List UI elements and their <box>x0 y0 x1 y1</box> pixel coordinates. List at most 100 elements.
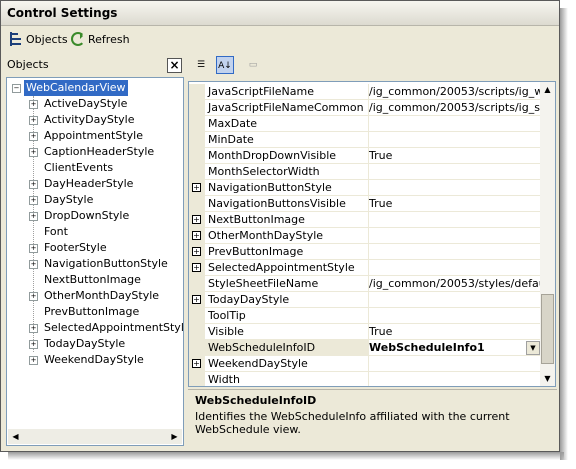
property-value[interactable]: /ig_common/20053/scripts/ig_webc <box>366 84 541 100</box>
property-value[interactable] <box>366 356 541 372</box>
expand-icon[interactable]: + <box>192 231 201 240</box>
tree-node[interactable]: + ActivityDayStyle <box>7 112 183 128</box>
property-row[interactable]: WebScheduleInfoID WebScheduleInfo1 ▼ <box>189 340 541 356</box>
expand-icon[interactable]: + <box>29 260 38 269</box>
property-row[interactable]: + PrevButtonImage <box>189 244 541 260</box>
expand-icon[interactable]: + <box>29 132 38 141</box>
alphabetical-icon[interactable]: A↓ <box>216 56 234 74</box>
row-gutter <box>189 164 205 180</box>
property-value[interactable]: /ig_common/20053/scripts/ig_share <box>366 100 541 116</box>
tree-node[interactable]: + DropDownStyle <box>7 208 183 224</box>
expand-icon[interactable]: + <box>29 148 38 157</box>
expand-icon[interactable]: + <box>192 183 201 192</box>
expand-icon[interactable]: + <box>29 324 38 333</box>
property-row[interactable]: Width <box>189 372 541 386</box>
tree-node[interactable]: + DayHeaderStyle <box>7 176 183 192</box>
property-grid-scrollbar[interactable]: ▲ ▼ <box>540 81 556 387</box>
close-icon[interactable]: × <box>167 58 182 73</box>
property-value[interactable]: /ig_common/20053/styles/default/i <box>366 276 541 292</box>
tree-horizontal-scrollbar[interactable]: ◀ ▶ <box>8 429 182 444</box>
expand-icon[interactable]: + <box>29 212 38 221</box>
tree-node[interactable]: + WeekendDayStyle <box>7 352 183 368</box>
property-row[interactable]: + WeekendDayStyle <box>189 356 541 372</box>
property-value[interactable] <box>366 292 541 308</box>
tree-node[interactable]: + ActiveDayStyle <box>7 96 183 112</box>
objects-button[interactable]: Objects <box>9 30 68 48</box>
property-value[interactable]: WebScheduleInfo1 ▼ <box>366 340 541 356</box>
property-row[interactable]: + SelectedAppointmentStyle <box>189 260 541 276</box>
expand-icon[interactable]: + <box>29 244 38 253</box>
tree-node[interactable]: ClientEvents <box>7 160 183 176</box>
property-value[interactable]: True <box>366 196 541 212</box>
property-value[interactable]: True <box>366 148 541 164</box>
property-pages-icon[interactable]: ▭ <box>244 56 262 74</box>
tree-node-label: OtherMonthDayStyle <box>44 289 160 302</box>
property-value[interactable] <box>366 116 541 132</box>
expand-icon[interactable]: + <box>192 247 201 256</box>
expand-icon[interactable]: + <box>192 263 201 272</box>
expand-icon[interactable]: + <box>29 116 38 125</box>
property-row[interactable]: MonthDropDownVisible True <box>189 148 541 164</box>
row-gutter <box>189 116 205 132</box>
expand-icon[interactable]: + <box>29 196 38 205</box>
property-value[interactable] <box>366 372 541 386</box>
tree-node[interactable]: + TodayDayStyle <box>7 336 183 352</box>
property-row[interactable]: MonthSelectorWidth <box>189 164 541 180</box>
tree-node[interactable]: + FooterStyle <box>7 240 183 256</box>
tree-node[interactable]: NextButtonImage <box>7 272 183 288</box>
tree-node[interactable]: + DayStyle <box>7 192 183 208</box>
property-row[interactable]: + OtherMonthDayStyle <box>189 228 541 244</box>
property-name: SelectedAppointmentStyle <box>205 260 369 276</box>
property-row[interactable]: MaxDate <box>189 116 541 132</box>
scrollbar-thumb[interactable] <box>541 294 554 364</box>
scroll-up-icon[interactable]: ▲ <box>540 82 555 97</box>
refresh-button[interactable]: Refresh <box>71 30 130 48</box>
expand-icon[interactable]: + <box>29 180 38 189</box>
tree-root-webcalendarview[interactable]: − WebCalendarView <box>7 80 183 96</box>
property-value[interactable] <box>366 212 541 228</box>
property-value[interactable] <box>366 244 541 260</box>
tree-node-label: ClientEvents <box>44 161 114 174</box>
objects-tree[interactable]: − WebCalendarView + ActiveDayStyle + Activi… <box>6 77 184 446</box>
property-value[interactable] <box>366 180 541 196</box>
property-value[interactable] <box>366 132 541 148</box>
property-value[interactable]: True <box>366 324 541 340</box>
categorized-icon[interactable]: ☰ <box>192 56 210 74</box>
property-row[interactable]: Visible True <box>189 324 541 340</box>
expand-icon[interactable]: + <box>29 340 38 349</box>
property-row[interactable]: MinDate <box>189 132 541 148</box>
property-value[interactable] <box>366 260 541 276</box>
scroll-down-icon[interactable]: ▼ <box>540 371 555 386</box>
property-row[interactable]: + TodayDayStyle <box>189 292 541 308</box>
tree-node[interactable]: Font <box>7 224 183 240</box>
tree-node[interactable]: + SelectedAppointmentStyle <box>7 320 183 336</box>
property-value[interactable] <box>366 164 541 180</box>
property-name: MonthSelectorWidth <box>205 164 369 180</box>
property-row[interactable]: NavigationButtonsVisible True <box>189 196 541 212</box>
expand-icon[interactable]: + <box>192 359 201 368</box>
property-row[interactable]: ToolTip <box>189 308 541 324</box>
property-row[interactable]: + NavigationButtonStyle <box>189 180 541 196</box>
property-value[interactable] <box>366 228 541 244</box>
property-row[interactable]: JavaScriptFileName/ig_common/20053/scrip… <box>189 84 541 100</box>
expand-icon[interactable]: + <box>192 215 201 224</box>
property-value[interactable] <box>366 308 541 324</box>
property-row[interactable]: + NextButtonImage <box>189 212 541 228</box>
tree-node[interactable]: + OtherMonthDayStyle <box>7 288 183 304</box>
scroll-left-icon[interactable]: ◀ <box>8 429 23 444</box>
expand-icon[interactable]: + <box>29 100 38 109</box>
tree-node[interactable]: + AppointmentStyle <box>7 128 183 144</box>
collapse-icon[interactable]: − <box>12 84 21 93</box>
expand-icon[interactable]: + <box>29 292 38 301</box>
window-title: Control Settings <box>7 6 118 20</box>
dropdown-arrow-icon[interactable]: ▼ <box>526 341 540 355</box>
scroll-right-icon[interactable]: ▶ <box>167 429 182 444</box>
property-row[interactable]: JavaScriptFileNameCommon/ig_common/20053… <box>189 100 541 116</box>
tree-node[interactable]: PrevButtonImage <box>7 304 183 320</box>
tree-node[interactable]: + NavigationButtonStyle <box>7 256 183 272</box>
expand-icon[interactable]: + <box>192 295 201 304</box>
property-name: PrevButtonImage <box>205 244 369 260</box>
property-row[interactable]: StyleSheetFileName/ig_common/20053/style… <box>189 276 541 292</box>
expand-icon[interactable]: + <box>29 356 38 365</box>
tree-node[interactable]: + CaptionHeaderStyle <box>7 144 183 160</box>
